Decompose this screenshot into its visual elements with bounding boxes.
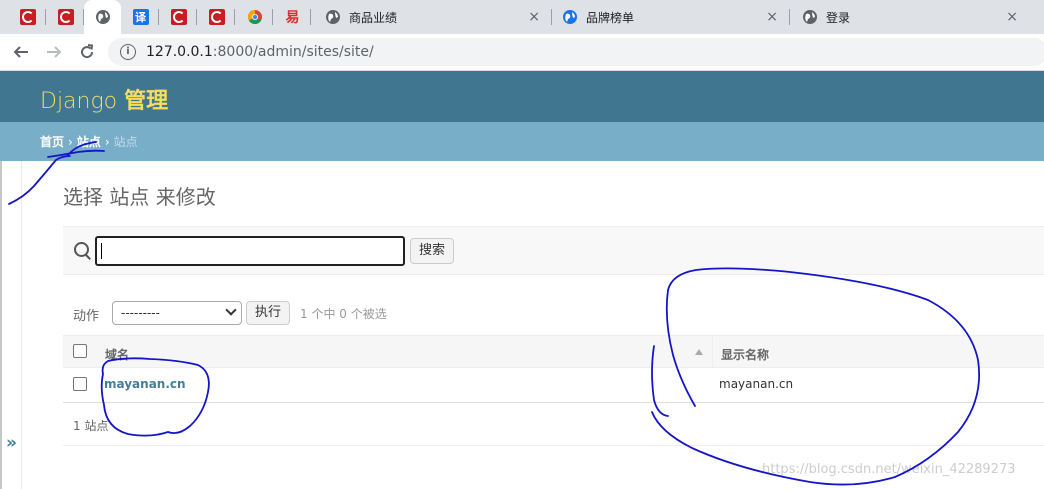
breadcrumb-separator: › — [104, 134, 110, 149]
url-host: 127.0.0.1 — [146, 44, 213, 60]
breadcrumb-current: 站点 — [113, 135, 138, 149]
table-header: 域名 显示名称 — [63, 335, 1044, 368]
row-checkbox[interactable] — [73, 377, 87, 391]
browser-tab[interactable] — [47, 0, 84, 34]
csdn-icon — [57, 9, 74, 25]
tab-separator — [196, 9, 197, 25]
browser-tab[interactable] — [236, 0, 273, 34]
browser-tab-denglu[interactable]: 登录 × — [790, 0, 1030, 34]
actions-bar: 动作 --------- 执行 1 个中 0 个被选 — [63, 296, 1044, 330]
brand-cjk: 管理 — [124, 89, 169, 114]
browser-tab-pinpai[interactable]: 品牌榜单 × — [552, 0, 790, 34]
search-button[interactable]: 搜索 — [410, 238, 454, 264]
tab-separator — [158, 9, 159, 25]
sort-ascending-icon[interactable] — [695, 349, 703, 355]
chevron-down-icon — [225, 304, 237, 316]
arrow-left-icon — [13, 46, 28, 58]
browser-tab-active[interactable] — [84, 0, 121, 34]
breadcrumb: 首页 › 站点 › 站点 — [0, 122, 1044, 161]
translate-icon: 译 — [132, 9, 149, 25]
breadcrumb-separator: › — [68, 134, 73, 149]
column-header-display-name[interactable]: 显示名称 — [721, 346, 769, 363]
browser-tab[interactable]: 译 — [122, 0, 159, 34]
chrome-icon — [247, 10, 262, 24]
watermark: https://blog.csdn.net/weixin_42289273 — [762, 462, 1016, 477]
breadcrumb-home-link[interactable]: 首页 — [40, 133, 64, 150]
tab-title: 商品业绩 — [349, 10, 398, 25]
expand-sidebar-icon[interactable]: » — [6, 433, 17, 453]
arrow-right-icon — [47, 46, 62, 58]
run-action-button[interactable]: 执行 — [246, 301, 290, 325]
search-input[interactable] — [95, 236, 405, 266]
tab-separator — [272, 9, 273, 25]
search-toolbar: 搜索 — [63, 226, 1044, 275]
address-bar[interactable]: i 127.0.0.1:8000/admin/sites/site/ — [108, 38, 1044, 66]
column-header-domain[interactable]: 域名 — [105, 346, 129, 363]
url-text: 127.0.0.1:8000/admin/sites/site/ — [146, 44, 374, 60]
forward-button[interactable] — [43, 41, 65, 63]
selection-counter: 1 个中 0 个被选 — [300, 307, 387, 321]
reload-icon — [81, 44, 94, 59]
back-button[interactable] — [10, 41, 32, 63]
tab-separator — [45, 9, 46, 25]
browser-tab[interactable] — [9, 0, 46, 34]
globe-icon — [326, 10, 340, 24]
close-icon[interactable]: × — [528, 9, 540, 25]
brand-latin: Django — [40, 89, 118, 114]
reload-button[interactable] — [76, 41, 98, 63]
csdn-icon — [19, 9, 36, 25]
breadcrumb-app-link[interactable]: 站点 — [77, 133, 101, 150]
site-header: Django 管理 — [0, 71, 1044, 122]
site-branding[interactable]: Django 管理 — [40, 83, 168, 115]
actions-label: 动作 — [73, 309, 100, 324]
tab-title: 品牌榜单 — [586, 10, 635, 25]
tab-separator — [310, 9, 311, 25]
paginator: 1 站点 — [63, 403, 1044, 446]
close-icon[interactable]: × — [766, 9, 778, 25]
tab-title: 登录 — [826, 10, 851, 25]
csdn-icon — [170, 9, 187, 25]
globe-icon — [95, 10, 110, 24]
info-icon[interactable]: i — [120, 44, 136, 60]
page-title: 选择 站点 来修改 — [63, 185, 216, 209]
globe-blue-icon — [563, 10, 577, 24]
browser-tab-bar: 译 易 商品业绩 × 品牌榜单 × 登录 × — [0, 0, 1044, 34]
browser-toolbar: i 127.0.0.1:8000/admin/sites/site/ — [0, 34, 1044, 71]
yi-icon: 易 — [285, 10, 300, 26]
close-icon[interactable]: × — [1006, 9, 1018, 25]
globe-icon — [803, 10, 817, 24]
table-row: mayanan.cn mayanan.cn — [63, 368, 1044, 403]
browser-tab[interactable]: 易 — [274, 0, 311, 34]
search-icon — [74, 242, 89, 257]
csdn-icon — [208, 9, 225, 25]
browser-tab[interactable] — [160, 0, 197, 34]
display-name-cell: mayanan.cn — [719, 377, 794, 391]
action-selected-option: --------- — [121, 306, 160, 320]
select-all-checkbox[interactable] — [73, 344, 87, 358]
url-path: :8000/admin/sites/site/ — [212, 44, 374, 60]
result-count: 1 站点 — [73, 419, 109, 433]
tab-separator — [234, 9, 235, 25]
domain-link[interactable]: mayanan.cn — [104, 377, 186, 391]
column-divider — [712, 336, 713, 368]
browser-tab[interactable] — [198, 0, 235, 34]
browser-tab-shangpin[interactable]: 商品业绩 × — [312, 0, 552, 34]
action-select[interactable]: --------- — [112, 301, 242, 325]
nav-sidebar-toggle[interactable]: » — [0, 161, 22, 489]
